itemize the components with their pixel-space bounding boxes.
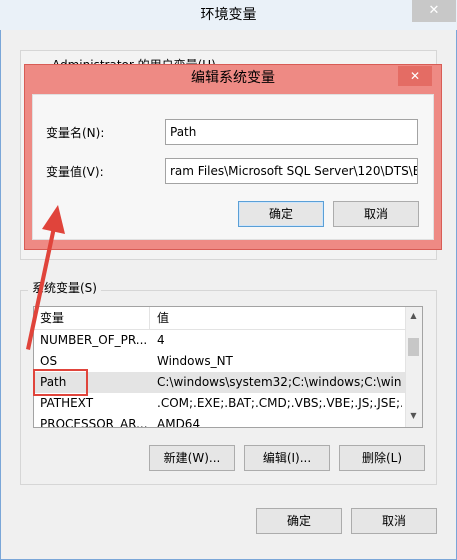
edit-variable-button[interactable]: 编辑(I)... [244, 445, 330, 471]
delete-variable-button[interactable]: 删除(L) [339, 445, 425, 471]
row-variable: PATHEXT [40, 396, 94, 410]
path-highlight-box [33, 369, 88, 396]
dialog-ok-button[interactable]: 确定 [238, 201, 324, 227]
close-icon[interactable]: ✕ [398, 66, 432, 86]
close-icon[interactable]: ✕ [412, 0, 456, 22]
column-header-value[interactable]: 值 [150, 307, 405, 330]
row-value: C:\windows\system32;C:\windows;C:\win... [157, 375, 402, 389]
table-row[interactable]: Path C:\windows\system32;C:\windows;C:\w… [34, 372, 405, 393]
new-variable-button[interactable]: 新建(W)... [149, 445, 235, 471]
table-row[interactable]: OS Windows_NT [34, 351, 405, 372]
row-variable: PROCESSOR_AR... [40, 417, 148, 427]
scroll-thumb[interactable] [408, 338, 419, 356]
cancel-button[interactable]: 取消 [351, 508, 437, 534]
variable-name-label: 变量名(N): [46, 126, 105, 140]
variable-value-input[interactable]: ram Files\Microsoft SQL Server\120\DTS\B [165, 158, 418, 184]
column-header-variable[interactable]: 变量 [34, 307, 149, 330]
window-title: 环境变量 [0, 0, 457, 30]
dialog-title: 编辑系统变量 [191, 70, 275, 86]
scroll-up-arrow-icon[interactable]: ▲ [405, 307, 422, 325]
variable-name-input[interactable]: Path [165, 119, 418, 145]
row-value: AMD64 [157, 417, 201, 427]
table-row[interactable]: NUMBER_OF_PR... 4 [34, 330, 405, 351]
row-value: 4 [157, 333, 165, 347]
ok-button[interactable]: 确定 [256, 508, 342, 534]
variable-value-label: 变量值(V): [46, 165, 104, 179]
row-value: .COM;.EXE;.BAT;.CMD;.VBS;.VBE;.JS;.JSE;.… [157, 396, 402, 410]
table-row[interactable]: PATHEXT .COM;.EXE;.BAT;.CMD;.VBS;.VBE;.J… [34, 393, 405, 414]
row-value: Windows_NT [157, 354, 233, 368]
column-divider [149, 307, 150, 330]
table-row[interactable]: PROCESSOR_AR... AMD64 [34, 414, 405, 427]
scroll-down-arrow-icon[interactable]: ▼ [405, 407, 422, 425]
system-variables-label: 系统变量(S) [28, 279, 101, 296]
dialog-cancel-button[interactable]: 取消 [333, 201, 419, 227]
row-variable: NUMBER_OF_PR... [40, 333, 148, 347]
